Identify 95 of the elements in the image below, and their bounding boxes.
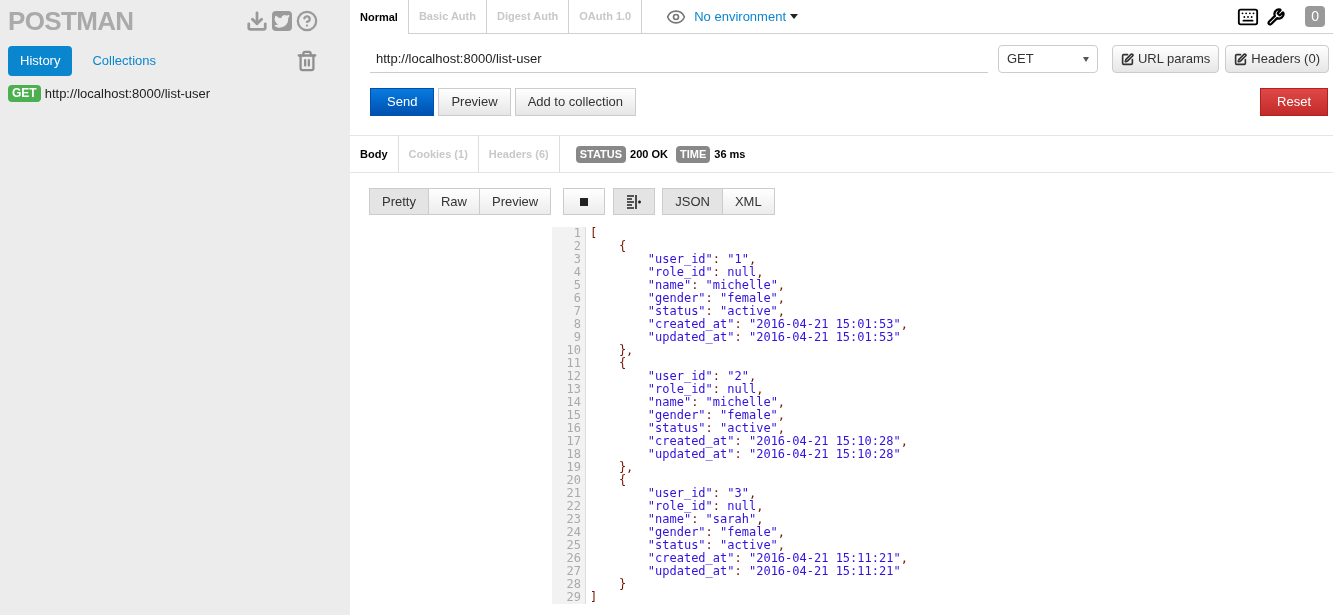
code-line: "user_id": "2", bbox=[646, 370, 758, 383]
caret-icon bbox=[1082, 56, 1089, 62]
line-number: 5 bbox=[573, 279, 581, 292]
line-number: 14 bbox=[566, 396, 581, 409]
line-number: 20 bbox=[566, 474, 581, 487]
code-line: "created_at": "2016-04-21 15:01:53", bbox=[646, 318, 908, 331]
code-line: { bbox=[617, 474, 628, 487]
line-number: 17 bbox=[566, 435, 581, 448]
line-number: 23 bbox=[566, 513, 581, 526]
code-line: }, bbox=[617, 461, 635, 474]
line-number: 15 bbox=[566, 409, 581, 422]
url-field[interactable]: http://localhost:8000/list-user bbox=[370, 45, 988, 73]
line-number: 7 bbox=[573, 305, 581, 318]
wrench-icon[interactable] bbox=[1267, 7, 1286, 26]
line-number: 18 bbox=[566, 448, 581, 461]
view-mode-button[interactable]: Pretty bbox=[369, 188, 429, 215]
line-number: 25 bbox=[566, 539, 581, 552]
line-number: 24 bbox=[566, 526, 581, 539]
code-line: "name": "michelle", bbox=[646, 396, 787, 409]
line-number: 21 bbox=[566, 487, 581, 500]
code-line: [ bbox=[590, 227, 599, 240]
code-line: "created_at": "2016-04-21 15:10:28", bbox=[646, 435, 908, 448]
help-icon[interactable] bbox=[296, 10, 318, 32]
line-number: 22 bbox=[566, 500, 581, 513]
download-icon[interactable] bbox=[246, 10, 268, 32]
code-line: "status": "active", bbox=[646, 305, 787, 318]
line-number: 16 bbox=[566, 422, 581, 435]
code-line: "gender": "female", bbox=[646, 292, 787, 305]
bird-icon[interactable] bbox=[272, 11, 292, 31]
code-line: "role_id": null, bbox=[646, 383, 765, 396]
status-value: 200 OK bbox=[630, 146, 668, 162]
time-badge: TIME bbox=[676, 145, 711, 163]
app-logo: POSTMAN bbox=[8, 8, 134, 34]
code-line: } bbox=[617, 578, 628, 591]
line-number: 12 bbox=[566, 370, 581, 383]
code-line: "updated_at": "2016-04-21 15:11:21" bbox=[646, 565, 902, 578]
status-badge: STATUS bbox=[575, 145, 627, 163]
line-number: 11 bbox=[566, 357, 581, 370]
code-line: "user_id": "3", bbox=[646, 487, 758, 500]
trash-icon[interactable] bbox=[296, 50, 318, 72]
code-line: }, bbox=[617, 344, 635, 357]
code-line: "role_id": null, bbox=[646, 500, 765, 513]
history-item[interactable]: http://localhost:8000/list-user bbox=[44, 84, 211, 104]
edit-icon bbox=[1234, 52, 1248, 66]
param-button[interactable]: URL params bbox=[1111, 45, 1220, 73]
line-number: 10 bbox=[566, 344, 581, 357]
method-badge: GET bbox=[8, 85, 41, 103]
fullscreen-button[interactable] bbox=[563, 188, 606, 215]
action-button[interactable]: Preview bbox=[438, 88, 511, 116]
param-button[interactable]: Headers (0) bbox=[1225, 45, 1329, 73]
code-line: "role_id": null, bbox=[646, 266, 765, 279]
line-number: 4 bbox=[573, 266, 581, 279]
code-line: { bbox=[617, 240, 628, 253]
align-lines-icon bbox=[626, 194, 643, 209]
request-tab[interactable]: Normal bbox=[350, 0, 409, 34]
format-button[interactable]: JSON bbox=[662, 188, 723, 215]
code-line: "name": "michelle", bbox=[646, 279, 787, 292]
environment-dropdown[interactable]: No environment bbox=[694, 6, 798, 27]
code-line: "created_at": "2016-04-21 15:11:21", bbox=[646, 552, 908, 565]
view-mode-button[interactable]: Preview bbox=[479, 188, 552, 215]
code-line: ] bbox=[590, 591, 599, 604]
code-line: "status": "active", bbox=[646, 539, 787, 552]
code-line: "name": "sarah", bbox=[646, 513, 765, 526]
wrap-toggle[interactable] bbox=[613, 188, 656, 215]
line-number: 13 bbox=[566, 383, 581, 396]
line-number: 19 bbox=[566, 461, 581, 474]
line-number: 1 bbox=[573, 227, 581, 240]
caret-icon bbox=[790, 14, 798, 19]
line-number: 28 bbox=[566, 578, 581, 591]
action-button[interactable]: Send bbox=[370, 88, 435, 116]
line-number: 9 bbox=[573, 331, 581, 344]
code-line: "updated_at": "2016-04-21 15:01:53" bbox=[646, 331, 902, 344]
line-number: 29 bbox=[566, 591, 581, 604]
line-number: 27 bbox=[566, 565, 581, 578]
view-mode-button[interactable]: Raw bbox=[427, 188, 480, 215]
line-number: 8 bbox=[573, 318, 581, 331]
code-line: "gender": "female", bbox=[646, 526, 787, 539]
format-button[interactable]: XML bbox=[721, 188, 775, 215]
action-button[interactable]: Add to collection bbox=[514, 88, 637, 116]
code-line: { bbox=[617, 357, 628, 370]
reset-button[interactable]: Reset bbox=[1260, 88, 1328, 116]
code-line: "gender": "female", bbox=[646, 409, 787, 422]
line-number: 2 bbox=[573, 240, 581, 253]
method-select[interactable]: GET bbox=[997, 45, 1098, 73]
edit-icon bbox=[1120, 52, 1134, 66]
square-icon bbox=[580, 197, 589, 206]
code-line: "status": "active", bbox=[646, 422, 787, 435]
code-line: "updated_at": "2016-04-21 15:10:28" bbox=[646, 448, 902, 461]
code-line: "user_id": "1", bbox=[646, 253, 758, 266]
line-number: 6 bbox=[573, 292, 581, 305]
line-number: 3 bbox=[573, 253, 581, 266]
time-value: 36 ms bbox=[714, 146, 746, 162]
line-number: 26 bbox=[566, 552, 581, 565]
sidebar-tab[interactable]: History bbox=[8, 46, 73, 76]
response-tab[interactable]: Body bbox=[350, 135, 399, 173]
